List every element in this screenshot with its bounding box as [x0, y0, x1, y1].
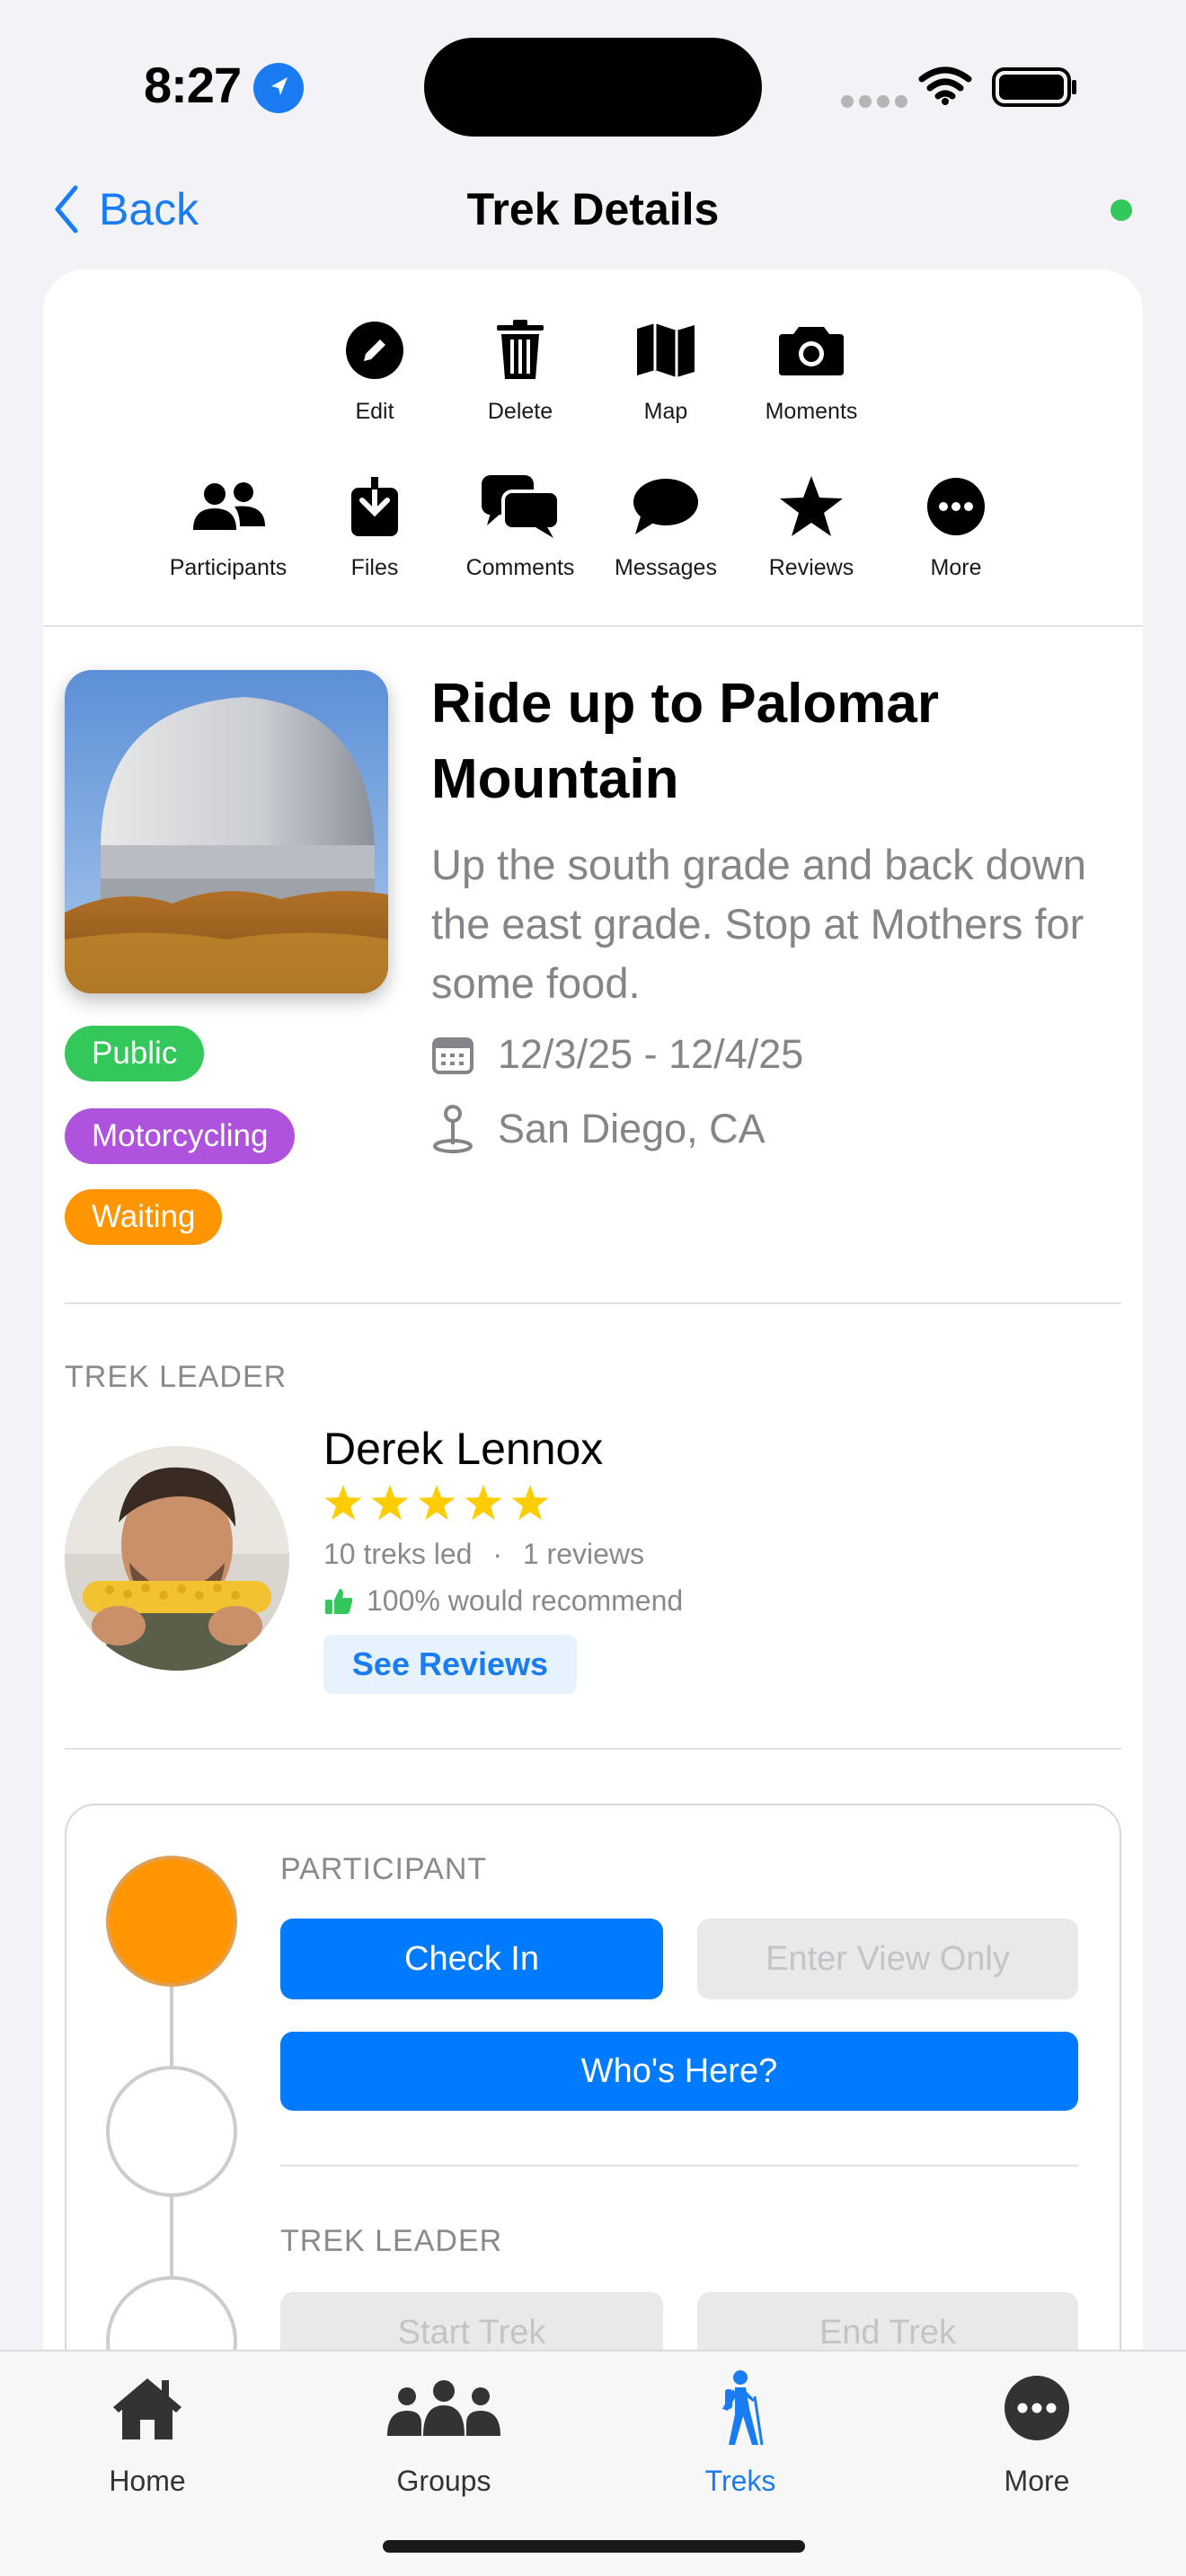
delete-label: Delete	[487, 399, 553, 424]
ellipsis-circle-icon	[1005, 2376, 1069, 2440]
trek-dates-text: 12/3/25 - 12/4/25	[498, 1031, 804, 1077]
tab-home[interactable]: Home	[49, 2368, 246, 2498]
leader-name[interactable]: Derek Lennox	[323, 1423, 603, 1475]
file-download-icon	[351, 477, 398, 536]
recommend-text: 100% would recommend	[367, 1584, 684, 1617]
enter-view-only-button[interactable]: Enter View Only	[697, 1919, 1078, 1999]
edit-label: Edit	[355, 399, 394, 424]
timeline-step-participant	[106, 1856, 237, 1987]
groups-icon	[387, 2380, 500, 2436]
trek-title: Ride up to Palomar Mountain	[431, 673, 939, 810]
moments-button[interactable]: Moments	[735, 316, 888, 425]
star-icon	[780, 476, 843, 536]
files-button[interactable]: Files	[298, 472, 451, 581]
trek-description: Up the south grade and back down the eas…	[431, 841, 1087, 1007]
trash-icon	[497, 320, 544, 379]
pencil-circle-icon	[346, 322, 403, 379]
hiker-icon	[722, 2370, 764, 2446]
back-button[interactable]: Back	[52, 183, 199, 235]
location-arrow-icon	[253, 63, 304, 113]
divider	[280, 2165, 1078, 2166]
status-time: 8:27	[144, 57, 242, 113]
message-bubble-icon	[633, 479, 698, 534]
tag-status: Waiting	[65, 1189, 223, 1245]
signal-dots-icon	[841, 95, 913, 112]
map-icon	[637, 323, 695, 377]
edit-button[interactable]: Edit	[298, 316, 451, 425]
star-filled-icon	[465, 1485, 502, 1521]
participants-label: Participants	[169, 555, 288, 580]
ellipsis-circle-icon	[927, 478, 985, 535]
chevron-left-icon	[55, 185, 78, 234]
star-filled-icon	[418, 1485, 456, 1521]
messages-label: Messages	[615, 555, 717, 580]
tag-public: Public	[65, 1026, 205, 1081]
comments-icon	[482, 475, 561, 538]
participants-button[interactable]: Participants	[152, 472, 305, 581]
section-label-trek-leader-actions: TREK LEADER	[280, 2224, 503, 2258]
timeline-step-2	[106, 2066, 237, 2197]
divider	[65, 1748, 1121, 1750]
reviews-count: 1 reviews	[522, 1538, 645, 1570]
comments-label: Comments	[465, 555, 575, 580]
house-icon	[113, 2378, 181, 2439]
stats-separator: ·	[492, 1538, 502, 1570]
star-filled-icon	[511, 1485, 549, 1521]
map-button[interactable]: Map	[589, 316, 742, 425]
more-button[interactable]: More	[880, 472, 1032, 581]
map-pin-icon	[433, 1105, 473, 1153]
tab-more[interactable]: More	[938, 2368, 1136, 2498]
home-indicator[interactable]	[383, 2540, 805, 2553]
camera-icon	[779, 327, 844, 375]
treks-led-count: 10 treks led	[323, 1538, 473, 1570]
tab-treks[interactable]: Treks	[642, 2368, 839, 2498]
recommend-row: 100% would recommend	[323, 1584, 683, 1618]
comments-button[interactable]: Comments	[444, 472, 597, 581]
check-in-button[interactable]: Check In	[280, 1919, 663, 1999]
back-label: Back	[99, 184, 199, 234]
reviews-button[interactable]: Reviews	[735, 472, 888, 581]
map-label: Map	[643, 399, 688, 424]
reviews-label: Reviews	[768, 555, 854, 580]
thumbs-up-icon	[325, 1588, 353, 1614]
tab-groups[interactable]: Groups	[345, 2368, 543, 2498]
see-reviews-button[interactable]: See Reviews	[323, 1635, 577, 1694]
messages-button[interactable]: Messages	[589, 472, 742, 581]
files-label: Files	[350, 555, 399, 580]
trek-photo[interactable]	[65, 670, 388, 993]
battery-icon	[992, 66, 1078, 112]
section-label-trek-leader: TREK LEADER	[65, 1360, 288, 1394]
calendar-icon	[432, 1037, 474, 1074]
star-filled-icon	[324, 1485, 362, 1521]
more-label: More	[930, 555, 982, 580]
star-filled-icon	[371, 1485, 409, 1521]
moments-label: Moments	[765, 399, 858, 424]
people-icon	[193, 482, 265, 530]
leader-avatar[interactable]	[65, 1446, 289, 1671]
trek-dates: 12/3/25 - 12/4/25	[431, 1031, 803, 1078]
section-label-participant: PARTICIPANT	[280, 1852, 488, 1886]
leader-rating	[323, 1484, 557, 1522]
tab-groups-label: Groups	[396, 2465, 491, 2497]
tab-more-label: More	[1004, 2465, 1070, 2497]
divider	[43, 625, 1143, 627]
trek-location: San Diego, CA	[431, 1105, 766, 1153]
dynamic-island	[424, 38, 762, 137]
divider	[65, 1302, 1121, 1304]
tab-treks-label: Treks	[704, 2465, 776, 2497]
leader-stats: 10 treks led · 1 reviews	[323, 1538, 644, 1571]
tag-activity: Motorcycling	[65, 1108, 296, 1164]
trek-location-text: San Diego, CA	[498, 1106, 766, 1151]
whos-here-button[interactable]: Who's Here?	[280, 2032, 1078, 2111]
online-status-dot	[1111, 199, 1132, 221]
delete-button[interactable]: Delete	[444, 316, 597, 425]
wifi-icon	[918, 66, 972, 110]
tab-home-label: Home	[109, 2465, 186, 2497]
